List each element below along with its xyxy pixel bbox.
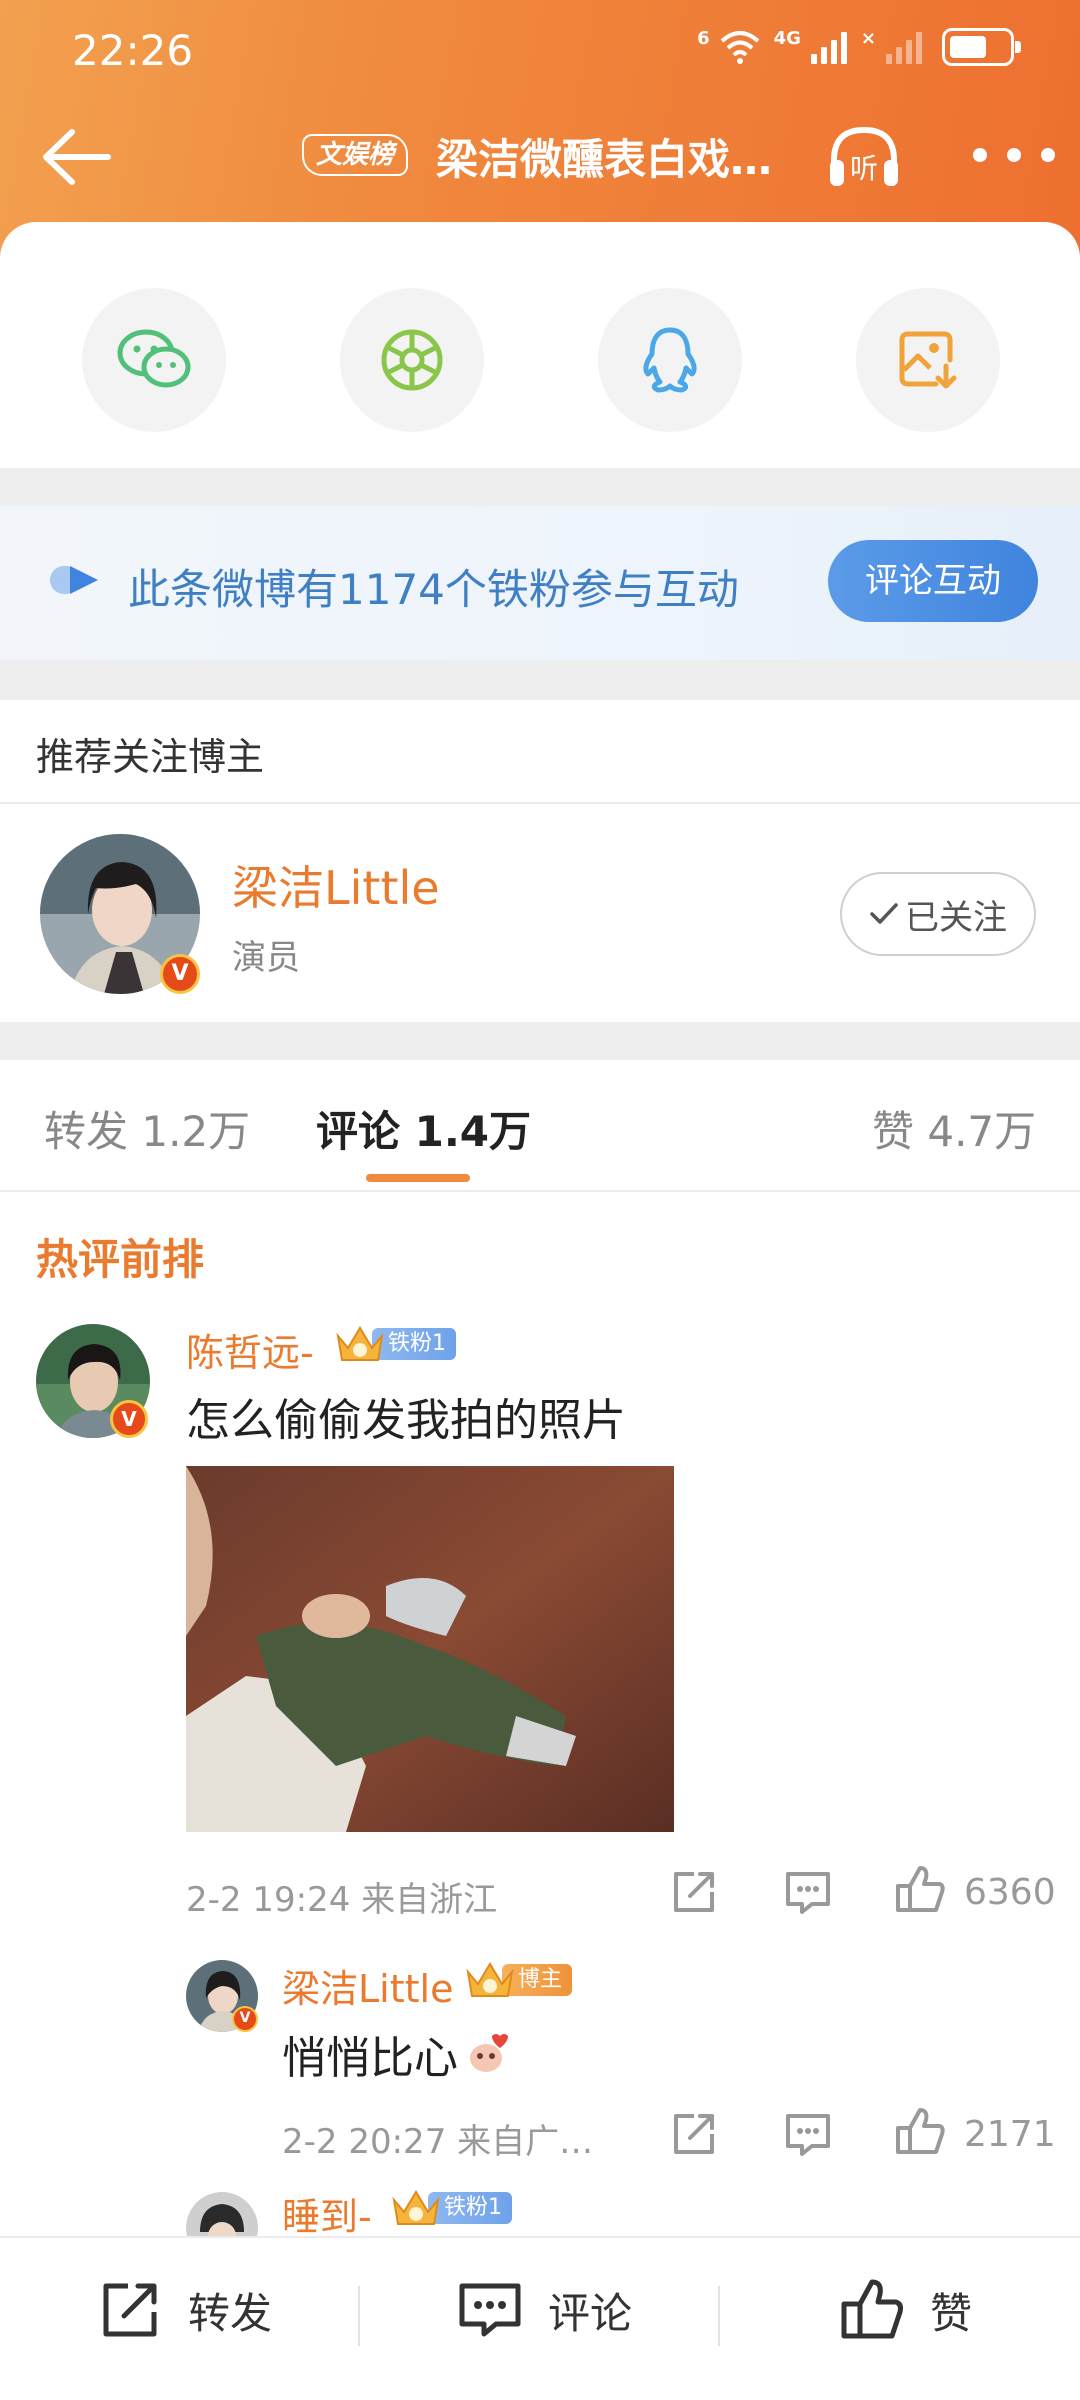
check-icon — [870, 903, 898, 924]
comment-interact-button[interactable]: 评论互动 — [828, 540, 1038, 622]
tab-repost[interactable]: 转发 1.2万 — [44, 1098, 250, 1159]
signal-icon — [810, 30, 847, 64]
blogger-name[interactable]: 梁洁Little — [232, 852, 440, 918]
fan-level-badge: 铁粉1 — [334, 1326, 456, 1362]
back-button[interactable] — [36, 122, 116, 192]
crown-icon — [392, 2190, 440, 2225]
wifi-icon — [720, 31, 759, 64]
repost-comment-icon[interactable] — [666, 1864, 722, 1920]
network-type-label: 4G — [773, 28, 801, 49]
fan-interaction-icon — [50, 566, 98, 594]
share-save-image-button[interactable] — [856, 288, 1000, 432]
save-image-icon — [899, 331, 957, 389]
status-bar-icons: 6 4G × — [697, 28, 1021, 66]
hot-comments-title: 热评前排 — [36, 1235, 205, 1284]
moments-icon — [381, 329, 443, 391]
comment-like-count: 6360 — [964, 1872, 1056, 1913]
like-icon — [841, 2279, 903, 2339]
commenter-name[interactable]: 陈哲远- — [186, 1322, 314, 1377]
listen-button[interactable]: 听 — [826, 122, 902, 192]
reply-reply-icon[interactable] — [780, 2106, 836, 2162]
heart-emoji-icon — [470, 2034, 508, 2072]
battery-icon — [942, 28, 1021, 66]
fan-interaction-text: 此条微博有1174个铁粉参与互动 — [128, 565, 739, 614]
tab-like[interactable]: 赞 4.7万 — [872, 1098, 1036, 1159]
comment-text: 怎么偷偷发我拍的照片 — [186, 1395, 626, 1446]
section-gap — [0, 468, 1080, 506]
no-signal-label: × — [860, 28, 876, 49]
reply-meta: 2-2 20:27 来自广… — [282, 2122, 594, 2162]
more-button[interactable] — [966, 130, 1062, 180]
reply-user-name[interactable]: 梁洁Little — [282, 1958, 453, 2013]
share-moments-button[interactable] — [340, 288, 484, 432]
comment-label: 评论 — [548, 2288, 633, 2338]
reply-user-name[interactable]: 睡到- — [282, 2186, 372, 2241]
crown-icon — [466, 1962, 514, 1997]
fan-level-badge: 铁粉1 — [390, 2190, 512, 2226]
back-arrow-icon — [43, 129, 111, 185]
like-comment-icon[interactable] — [892, 1862, 948, 1918]
followed-button[interactable]: 已关注 — [840, 872, 1036, 956]
verified-badge: V — [110, 1400, 148, 1438]
share-wechat-button[interactable] — [82, 288, 226, 432]
section-gap — [0, 660, 1080, 700]
status-time: 22:26 — [72, 26, 194, 75]
comment-image[interactable] — [186, 1466, 674, 1832]
network-label: 6 — [697, 28, 710, 49]
separator — [358, 2286, 360, 2346]
like-label: 赞 — [930, 2288, 973, 2338]
separator — [718, 2286, 720, 2346]
verified-badge: V — [232, 2006, 258, 2032]
reply-text: 悄悄比心 — [282, 2033, 458, 2084]
divider — [0, 1190, 1080, 1192]
repost-label: 转发 — [188, 2288, 273, 2338]
crown-icon — [336, 1326, 384, 1361]
share-qq-button[interactable] — [598, 288, 742, 432]
blogger-role: 演员 — [232, 938, 300, 978]
entertainment-list-badge[interactable]: 文娱榜 — [302, 134, 409, 176]
reply-like-count: 2171 — [964, 2114, 1056, 2155]
repost-button[interactable]: 转发 — [96, 2276, 272, 2344]
qq-icon — [643, 327, 697, 393]
recommend-section-title: 推荐关注博主 — [36, 735, 265, 779]
reply-comment-icon[interactable] — [780, 1864, 836, 1920]
tab-comment[interactable]: 评论 1.4万 — [316, 1098, 531, 1159]
wechat-icon — [117, 329, 191, 388]
repost-icon — [103, 2283, 157, 2337]
headphones-icon: 听 — [830, 126, 898, 186]
more-dots-icon — [973, 148, 1055, 162]
like-button[interactable]: 赞 — [838, 2276, 972, 2344]
comment-photo-image — [186, 1466, 674, 1832]
tab-indicator — [366, 1174, 470, 1182]
verified-badge: V — [160, 954, 200, 994]
divider — [0, 802, 1080, 804]
followed-label: 已关注 — [905, 897, 1007, 938]
reply-text-row: 悄悄比心 — [282, 2022, 510, 2086]
comment-button[interactable]: 评论 — [456, 2276, 632, 2344]
comment-meta: 2-2 19:24 来自浙江 — [186, 1880, 498, 1920]
repost-reply-icon[interactable] — [666, 2106, 722, 2162]
comment-icon — [459, 2283, 521, 2337]
blogger-badge: 博主 — [464, 1962, 573, 1998]
signal-2-icon — [886, 30, 922, 64]
section-gap — [0, 1022, 1080, 1060]
like-reply-icon[interactable] — [892, 2104, 948, 2160]
page-title[interactable]: 梁洁微醺表白戏… — [436, 126, 786, 187]
listen-label: 听 — [850, 152, 878, 185]
